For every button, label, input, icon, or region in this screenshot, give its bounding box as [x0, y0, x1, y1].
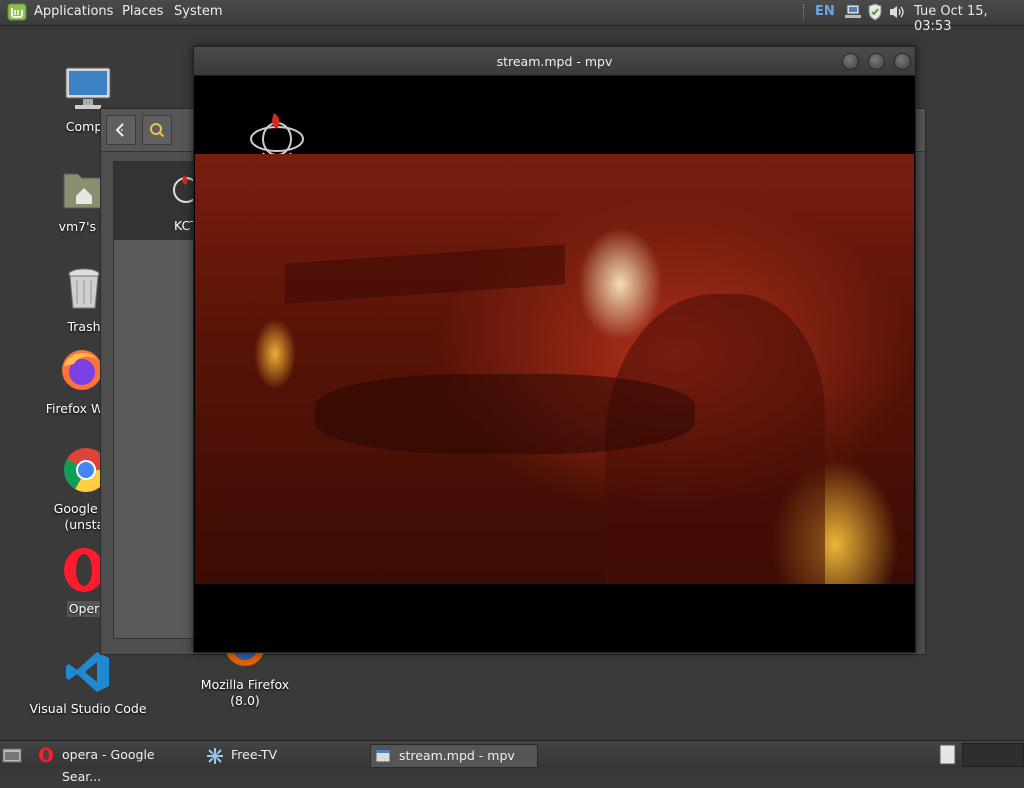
- linux-mint-logo-icon[interactable]: [7, 3, 27, 21]
- firefox-icon: [62, 350, 102, 390]
- workspace-2[interactable]: [962, 743, 1024, 767]
- opera-icon: [39, 747, 53, 763]
- channel-logo-icon: [250, 113, 304, 159]
- menu-places[interactable]: Places: [122, 4, 163, 19]
- file-manager-item-panel: KCT: [113, 161, 205, 639]
- back-arrow-icon: [115, 123, 125, 137]
- trash-icon: [68, 268, 100, 309]
- back-button[interactable]: [106, 115, 136, 145]
- workspace-switcher-icon[interactable]: [938, 744, 958, 766]
- desktop-icon-label: Mozilla Firefox (8.0): [200, 677, 290, 708]
- close-button[interactable]: [894, 53, 911, 70]
- keyboard-layout-indicator[interactable]: EN: [815, 4, 835, 19]
- clock[interactable]: Tue Oct 15, 03:53: [914, 4, 1024, 34]
- search-icon: [150, 123, 165, 138]
- task-opera[interactable]: opera - Google Sear...: [36, 744, 196, 784]
- menu-system[interactable]: System: [174, 4, 222, 19]
- selected-item-kct[interactable]: KCT: [114, 162, 204, 240]
- desktop-icon-label: Oper: [67, 601, 101, 617]
- window-icon: [375, 749, 391, 763]
- computer-icon: [65, 67, 111, 109]
- bottom-taskbar: opera - Google Sear... Free-TV stream.mp…: [0, 740, 1024, 784]
- mpv-titlebar[interactable]: stream.mpd - mpv: [194, 47, 915, 76]
- vscode-icon: [66, 652, 109, 692]
- desktop-icon-label: Visual Studio Code: [29, 701, 147, 716]
- task-free-tv[interactable]: Free-TV: [204, 744, 354, 766]
- panel-separator: [803, 4, 806, 20]
- window-title: stream.mpd - mpv: [496, 54, 613, 69]
- shield-icon[interactable]: [867, 3, 883, 21]
- video-shadow-shape: [285, 244, 565, 304]
- video-frame[interactable]: [195, 154, 914, 584]
- maximize-button[interactable]: [868, 53, 885, 70]
- minimize-button[interactable]: [842, 53, 859, 70]
- video-shadow-shape: [315, 374, 695, 454]
- search-button[interactable]: [142, 115, 172, 145]
- menu-applications[interactable]: Applications: [34, 4, 113, 19]
- volume-icon[interactable]: [888, 3, 906, 21]
- task-label: opera - Google Sear...: [62, 747, 155, 784]
- task-label: Free-TV: [231, 747, 278, 762]
- mpv-window: stream.mpd - mpv: [193, 46, 916, 653]
- show-desktop-icon[interactable]: [2, 746, 22, 764]
- task-label: stream.mpd - mpv: [399, 748, 515, 763]
- desktop-icon-vscode[interactable]: Visual Studio Code: [28, 650, 148, 717]
- network-icon[interactable]: [844, 3, 862, 21]
- top-panel: Applications Places System EN Tue Oct 15…: [0, 0, 1024, 34]
- free-tv-icon: [207, 748, 223, 764]
- task-mpv[interactable]: stream.mpd - mpv: [370, 744, 538, 768]
